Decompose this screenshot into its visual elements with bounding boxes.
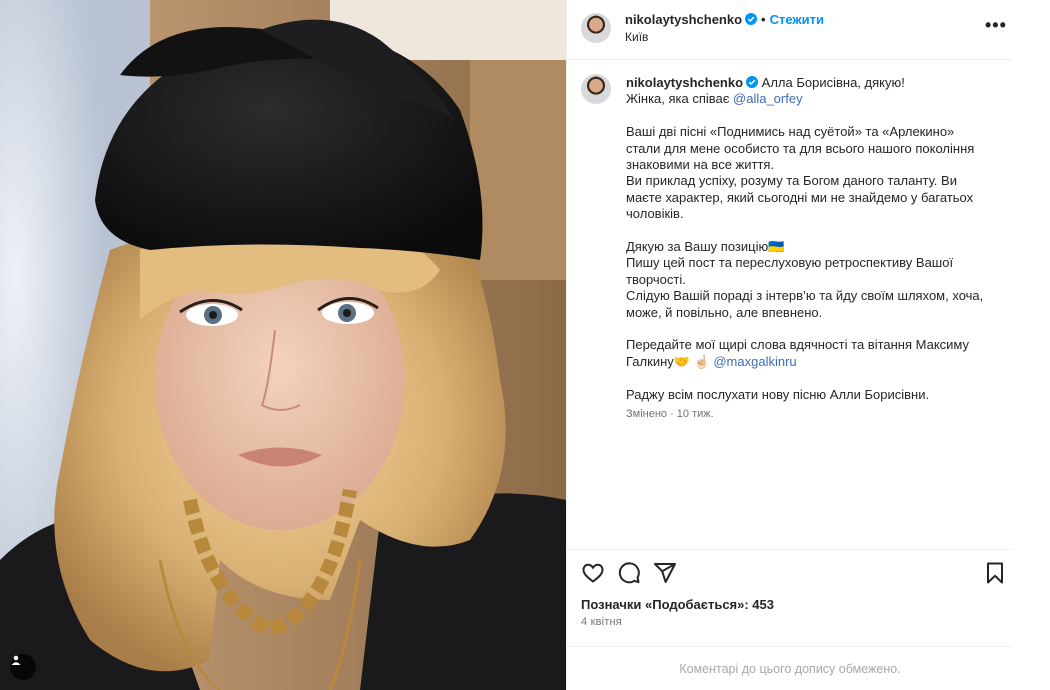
post-photo[interactable] [0,0,566,690]
caption-para2-line: Пишу цей пост та переслуховую ретроспект… [626,255,954,271]
caption-para2-line: творчості. [626,271,686,287]
more-options-icon[interactable]: ••• [985,16,1007,34]
author-avatar[interactable] [581,13,611,43]
likes-count[interactable]: Позначки «Подобається»: 453 [581,597,774,612]
caption-first-line: Алла Борисівна, дякую! [761,75,905,90]
caption-para1-line: чоловіків. [626,206,684,222]
caption-para1-line: Ви приклад успіху, розуму та Богом даног… [626,173,957,189]
caption-para1-line: маєте характер, який сьогодні ми не знай… [626,189,974,205]
post-caption: nikolaytyshchenko Алла Борисівна, дякую!… [626,75,1006,403]
post-header: nikolaytyshchenko • Стежити Київ ••• [567,0,1013,60]
caption-para1-line: знаковими на все життя. [626,157,775,173]
caption-para1-line: стали для мене особисто та для всього на… [626,140,975,156]
caption-para2-line: може, й повільно, але впевнено. [626,304,823,320]
caption-author-avatar[interactable] [581,74,611,104]
caption-line2: Жінка, яка співає [626,91,734,107]
caption-para2-line: Слідую Вашій пораді з інтерв’ю та йду св… [626,288,984,304]
mention-link-alla[interactable]: @alla_orfey [733,91,803,106]
caption-para3-line: Передайте мої щирі слова вдячності та ві… [626,337,970,353]
edited-timestamp[interactable]: Змінено · 10 тиж. [626,408,714,420]
action-bar [567,549,1013,591]
post-date[interactable]: 4 квітня [581,616,622,628]
caption-para2-line: Дякую за Вашу позицію🇺🇦 [626,239,785,255]
portrait-illustration [0,0,566,690]
verified-badge-icon [746,76,759,88]
author-username[interactable]: nikolaytyshchenko [625,12,742,27]
post-details-panel: nikolaytyshchenko • Стежити Київ ••• nikol… [566,0,1050,690]
comments-limited-notice: Коментарі до цього допису обмежено. [567,646,1013,690]
caption-para4: Раджу всім послухати нову пісню Алли Бор… [626,386,930,402]
comment-icon[interactable] [617,561,641,585]
user-tag-icon[interactable] [10,654,36,680]
post-location[interactable]: Київ [625,30,648,44]
verified-badge-icon [745,13,758,25]
heart-icon[interactable] [581,561,605,585]
mention-link-maxgalkin[interactable]: @maxgalkinru [713,354,796,369]
separator-dot: • [761,12,766,27]
caption-username[interactable]: nikolaytyshchenko [626,75,743,90]
follow-button[interactable]: Стежити [770,12,824,27]
bookmark-icon[interactable] [983,561,1007,585]
share-icon[interactable] [653,561,677,585]
caption-para3-line: Галкину🤝 ☝🏻 [626,353,714,369]
caption-para1-line: Ваші дві пісні «Поднимись над суётой» та… [626,124,955,140]
author-line: nikolaytyshchenko • Стежити [625,12,824,27]
